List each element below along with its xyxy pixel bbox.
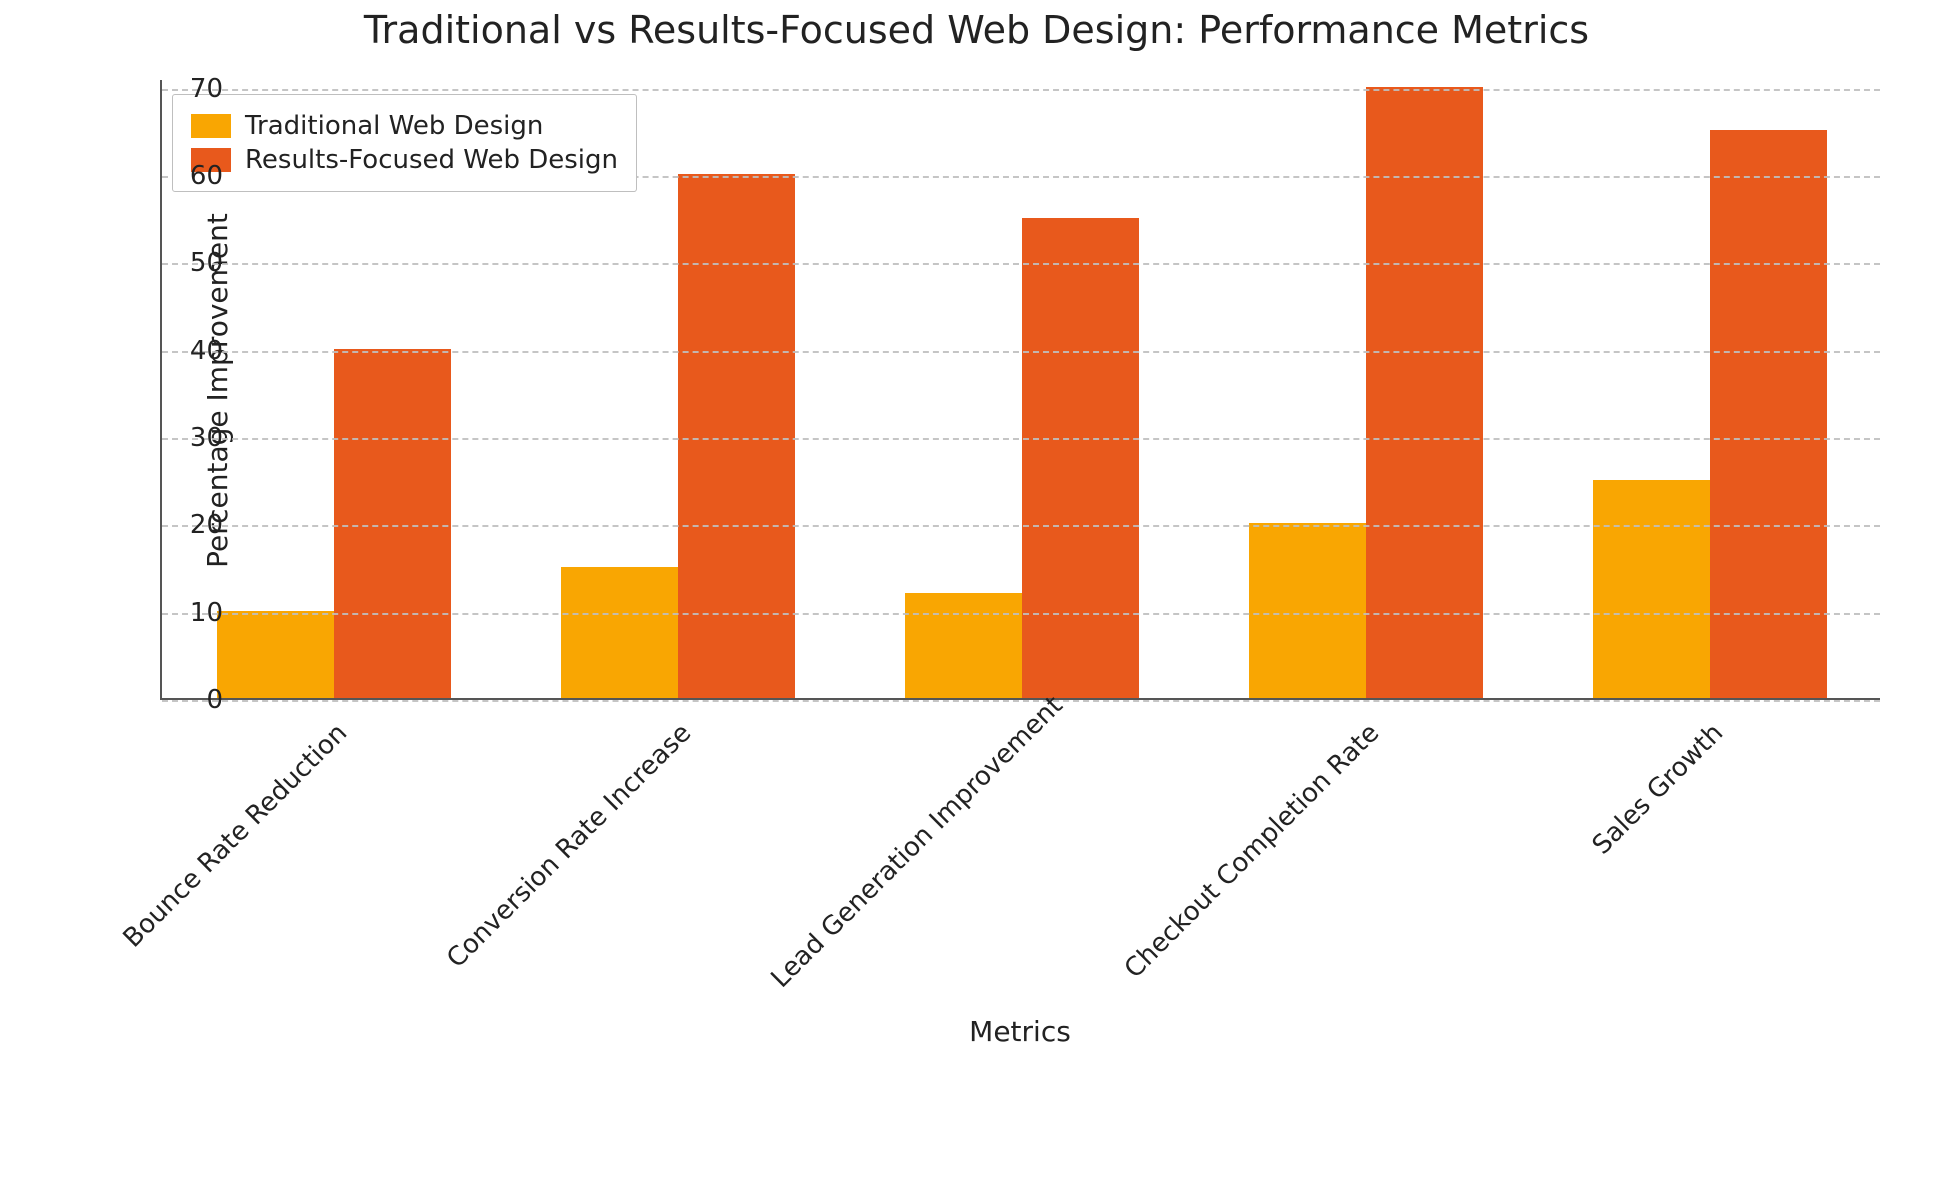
y-tick-label: 20 [163, 510, 223, 540]
bar-traditional[interactable] [561, 567, 678, 698]
bar-traditional[interactable] [905, 593, 1022, 698]
y-tick-label: 40 [163, 336, 223, 366]
y-tick-label: 10 [163, 598, 223, 628]
legend: Traditional Web Design Results-Focused W… [172, 94, 637, 192]
grid-line [162, 89, 1880, 91]
bar-traditional[interactable] [1593, 480, 1710, 698]
x-tick-label: Checkout Completion Rate [1109, 718, 1385, 994]
legend-item-traditional[interactable]: Traditional Web Design [191, 111, 618, 141]
grid-line [162, 700, 1880, 702]
grid-line [162, 525, 1880, 527]
chart-title: Traditional vs Results-Focused Web Desig… [0, 8, 1953, 52]
legend-swatch-traditional [191, 114, 231, 138]
chart-container: Traditional vs Results-Focused Web Desig… [0, 0, 1953, 1180]
legend-label-results: Results-Focused Web Design [245, 145, 618, 175]
x-tick-label: Lead Generation Improvement [765, 718, 1041, 994]
legend-label-traditional: Traditional Web Design [245, 111, 543, 141]
y-tick-label: 70 [163, 74, 223, 104]
grid-line [162, 613, 1880, 615]
bar-traditional[interactable] [217, 611, 334, 698]
y-tick-label: 0 [163, 685, 223, 715]
bar-results[interactable] [1022, 218, 1139, 698]
bar-results[interactable] [334, 349, 451, 698]
x-axis-label: Metrics [160, 1015, 1880, 1048]
grid-line [162, 438, 1880, 440]
y-tick-label: 50 [163, 248, 223, 278]
bar-results[interactable] [1366, 87, 1483, 698]
grid-line [162, 351, 1880, 353]
legend-item-results[interactable]: Results-Focused Web Design [191, 145, 618, 175]
bar-results[interactable] [678, 174, 795, 698]
bar-traditional[interactable] [1249, 523, 1366, 698]
y-tick-label: 60 [163, 161, 223, 191]
x-tick-label: Bounce Rate Reduction [77, 718, 353, 994]
x-tick-label: Sales Growth [1453, 718, 1729, 994]
x-tick-label: Conversion Rate Increase [421, 718, 697, 994]
y-tick-label: 30 [163, 423, 223, 453]
grid-line [162, 263, 1880, 265]
